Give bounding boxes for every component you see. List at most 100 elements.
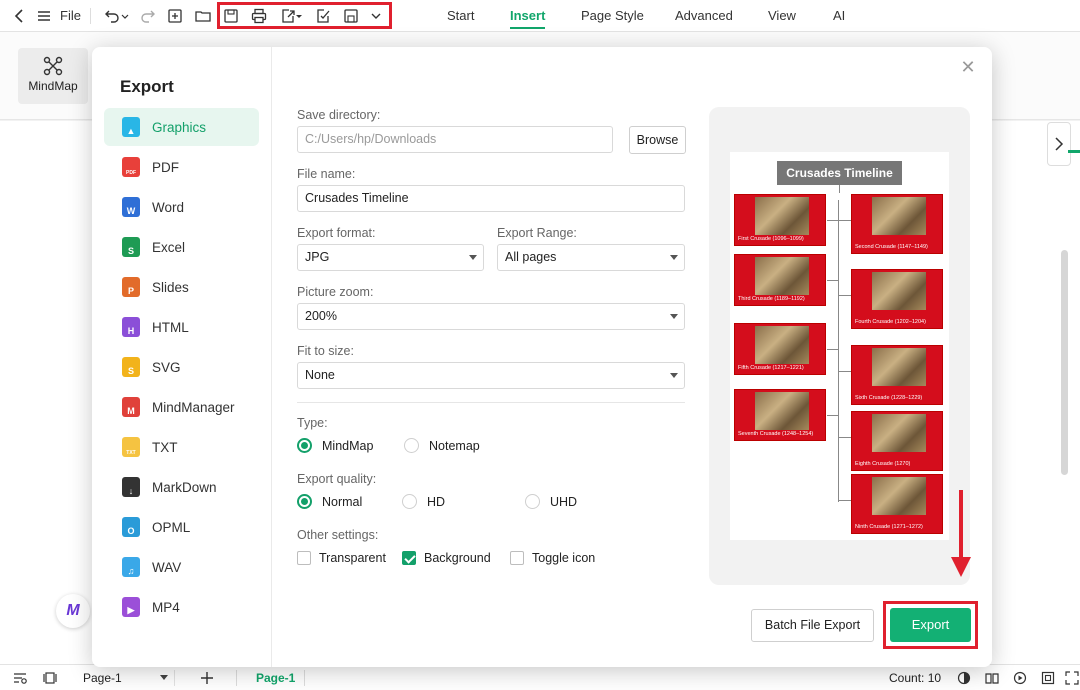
export-format-select[interactable]: JPG	[297, 244, 484, 271]
background-label: Background	[424, 551, 491, 565]
book-view-icon[interactable]	[984, 670, 1000, 686]
export-button[interactable]: Export	[890, 608, 971, 642]
fit-to-size-value: None	[305, 368, 335, 382]
preview-card-caption: First Crusade (1096–1099)	[738, 236, 804, 242]
quality-hd-radio[interactable]: HD	[402, 494, 445, 509]
chevron-down-icon	[160, 675, 168, 680]
mp4-file-icon: ▶	[122, 597, 140, 617]
file-name-field[interactable]: Crusades Timeline	[297, 185, 685, 212]
format-sidebar: Export ▲ Graphics PDF PDF W Word S Excel P Slides…	[92, 47, 272, 667]
format-item-graphics[interactable]: ▲ Graphics	[104, 108, 259, 146]
tab-page-style[interactable]: Page Style	[581, 8, 644, 23]
play-icon[interactable]	[1012, 670, 1028, 686]
connector-line	[838, 200, 839, 502]
new-file-icon[interactable]	[165, 6, 185, 26]
mindmap-tool-button[interactable]: MindMap	[18, 48, 88, 104]
dialog-title: Export	[120, 77, 174, 96]
fullscreen-icon[interactable]	[1064, 670, 1080, 686]
connector-line	[827, 280, 839, 281]
transparent-checkbox[interactable]: Transparent	[297, 551, 386, 565]
preview-card-caption: Seventh Crusade (1248–1254)	[738, 431, 814, 437]
format-item-excel[interactable]: S Excel	[104, 228, 259, 266]
picture-zoom-select[interactable]: 200%	[297, 303, 685, 330]
close-icon[interactable]: ✕	[960, 58, 976, 76]
tab-view[interactable]: View	[768, 8, 796, 23]
format-item-mindmanager[interactable]: M MindManager	[104, 388, 259, 426]
panel-accent	[1068, 150, 1080, 153]
toggle-icon-checkbox[interactable]: Toggle icon	[510, 551, 595, 565]
open-folder-icon[interactable]	[193, 6, 213, 26]
type-mindmap-radio[interactable]: MindMap	[297, 438, 373, 453]
wav-file-icon: ♫	[122, 557, 140, 577]
connector-line	[827, 349, 839, 350]
checkbox-box	[402, 551, 416, 565]
tab-advanced[interactable]: Advanced	[675, 8, 733, 23]
export-range-select[interactable]: All pages	[497, 244, 685, 271]
add-page-icon[interactable]	[199, 670, 215, 686]
tab-ai[interactable]: AI	[833, 8, 845, 23]
quality-normal-radio[interactable]: Normal	[297, 494, 362, 509]
crusade-painting-image	[755, 392, 809, 430]
redo-icon[interactable]	[138, 6, 158, 26]
format-item-svg[interactable]: S SVG	[104, 348, 259, 386]
txt-file-icon: TXT	[122, 437, 140, 457]
format-item-txt[interactable]: TXT TXT	[104, 428, 259, 466]
app-logo-icon[interactable]: M	[56, 594, 90, 628]
fit-screen-icon[interactable]	[1040, 670, 1056, 686]
preview-card-caption: Ninth Crusade (1271–1272)	[855, 524, 923, 530]
toggle-icon-label: Toggle icon	[532, 551, 596, 565]
preview-card: Ninth Crusade (1271–1272)	[851, 474, 943, 534]
format-item-opml[interactable]: O OPML	[104, 508, 259, 546]
page-select[interactable]: Page-1	[75, 670, 175, 686]
vertical-scrollbar[interactable]	[1061, 250, 1068, 475]
background-checkbox[interactable]: Background	[402, 551, 491, 565]
format-item-word[interactable]: W Word	[104, 188, 259, 226]
browse-button[interactable]: Browse	[629, 126, 686, 154]
connector-line	[827, 415, 839, 416]
format-label: PDF	[152, 159, 179, 175]
connector-line	[838, 295, 851, 296]
export-dialog: Export ▲ Graphics PDF PDF W Word S Excel P Slides…	[92, 47, 992, 667]
opml-file-icon: O	[122, 517, 140, 537]
batch-file-export-button[interactable]: Batch File Export	[751, 609, 874, 642]
preview-card-caption: Fifth Crusade (1217–1221)	[738, 365, 804, 371]
crusade-painting-image	[755, 257, 809, 295]
mindmap-icon	[43, 56, 63, 76]
save-directory-label: Save directory:	[297, 108, 381, 122]
chevron-down-icon	[469, 255, 477, 260]
theme-icon[interactable]	[956, 670, 972, 686]
picture-zoom-label: Picture zoom:	[297, 285, 374, 299]
format-item-pdf[interactable]: PDF PDF	[104, 148, 259, 186]
format-item-html[interactable]: H HTML	[104, 308, 259, 346]
html-file-icon: H	[122, 317, 140, 337]
menu-icon[interactable]	[34, 6, 54, 26]
quality-uhd-radio[interactable]: UHD	[525, 494, 577, 509]
format-item-mp4[interactable]: ▶ MP4	[104, 588, 259, 626]
side-panel-toggle[interactable]	[1047, 122, 1071, 166]
type-notemap-radio[interactable]: Notemap	[404, 438, 480, 453]
page-settings-icon[interactable]	[12, 670, 28, 686]
fit-to-size-select[interactable]: None	[297, 362, 685, 389]
preview-card: Fourth Crusade (1202–1204)	[851, 269, 943, 329]
preview-card: Third Crusade (1189–1192)	[734, 254, 826, 306]
back-icon[interactable]	[10, 6, 30, 26]
file-menu[interactable]: File	[60, 6, 81, 26]
format-item-markdown[interactable]: ↓ MarkDown	[104, 468, 259, 506]
annotation-arrow	[959, 490, 963, 562]
save-directory-field[interactable]: C:/Users/hp/Downloads	[297, 126, 613, 153]
connector-line	[838, 220, 851, 221]
page-layout-icon[interactable]	[42, 670, 58, 686]
tab-start[interactable]: Start	[447, 8, 474, 23]
page-tab[interactable]: Page-1	[256, 670, 295, 686]
tab-insert[interactable]: Insert	[510, 8, 546, 29]
format-item-slides[interactable]: P Slides	[104, 268, 259, 306]
preview-card-caption: Sixth Crusade (1228–1229)	[855, 395, 923, 401]
crusade-painting-image	[755, 326, 809, 364]
slides-file-icon: P	[122, 277, 140, 297]
format-label: SVG	[152, 359, 181, 375]
status-bar: Page-1 Page-1 Count: 10	[0, 664, 1080, 690]
format-item-wav[interactable]: ♫ WAV	[104, 548, 259, 586]
undo-dropdown-icon[interactable]	[120, 6, 130, 26]
undo-icon[interactable]	[102, 6, 122, 26]
format-label: MP4	[152, 599, 180, 615]
